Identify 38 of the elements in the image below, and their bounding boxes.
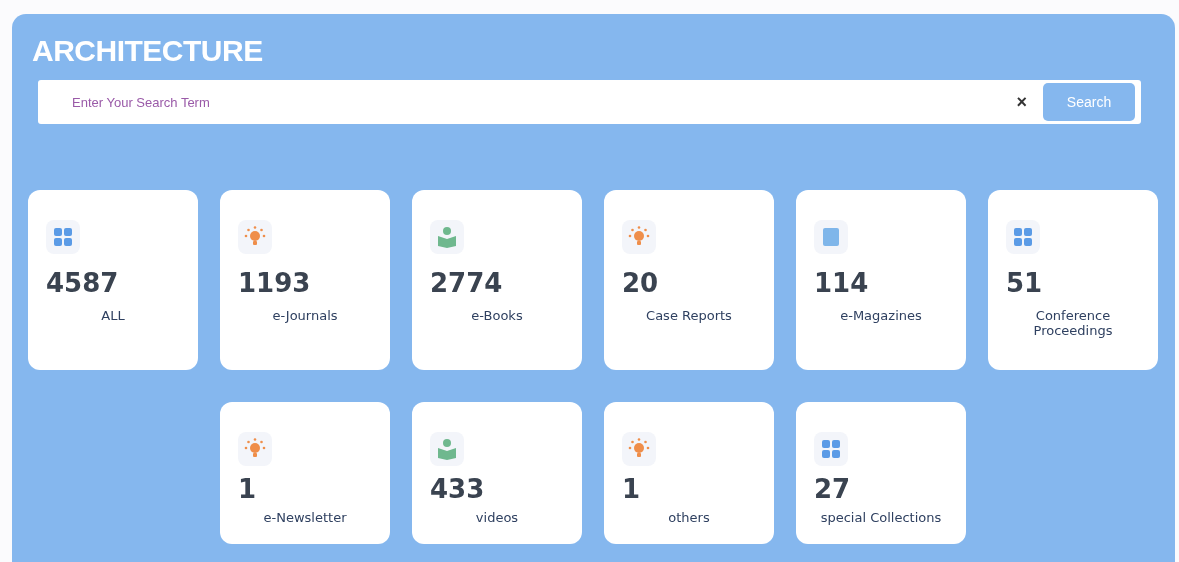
item-count: 51 (1006, 268, 1044, 298)
category-card[interactable]: 27 special Collections (796, 402, 966, 544)
item-count: 1 (622, 474, 642, 504)
category-card[interactable]: 1193 e-Journals (220, 190, 390, 370)
page-title: ARCHITECTURE (32, 34, 264, 68)
category-label: Conference Proceedings (1032, 308, 1114, 338)
category-card[interactable]: 433 videos (412, 402, 582, 544)
category-label: e-Journals (271, 308, 339, 323)
item-count: 1 (238, 474, 258, 504)
category-label: e-Newsletter (262, 510, 348, 525)
grid-icon (51, 225, 75, 249)
clear-button[interactable]: × (1008, 91, 1035, 113)
category-label: e-Books (470, 308, 524, 323)
category-label: ALL (100, 308, 126, 323)
search-field[interactable]: Enter Your Search Term × Search (38, 80, 1141, 124)
category-card[interactable]: 2774 e-Books (412, 190, 582, 370)
item-count: 1193 (238, 268, 312, 298)
category-label: videos (474, 510, 520, 525)
category-label: special Collections (819, 510, 943, 525)
category-label: others (667, 510, 711, 525)
category-card[interactable]: 51 Conference Proceedings (988, 190, 1158, 370)
grid-icon (819, 437, 843, 461)
item-count: 114 (814, 268, 870, 298)
item-count: 27 (814, 474, 852, 504)
category-card[interactable]: 1 others (604, 402, 774, 544)
category-card[interactable]: 20 Case Reports (604, 190, 774, 370)
category-card[interactable]: 114 e-Magazines (796, 190, 966, 370)
person-reading-icon (435, 225, 459, 249)
category-label: e-Magazines (839, 308, 923, 323)
category-label: Case Reports (645, 308, 733, 323)
item-count: 4587 (46, 268, 120, 298)
grid-icon (1011, 225, 1035, 249)
category-card[interactable]: 1 e-Newsletter (220, 402, 390, 544)
item-count: 20 (622, 268, 660, 298)
item-count: 2774 (430, 268, 504, 298)
item-count: 433 (430, 474, 486, 504)
person-reading-icon (435, 437, 459, 461)
category-card[interactable]: 4587 ALL (28, 190, 198, 370)
